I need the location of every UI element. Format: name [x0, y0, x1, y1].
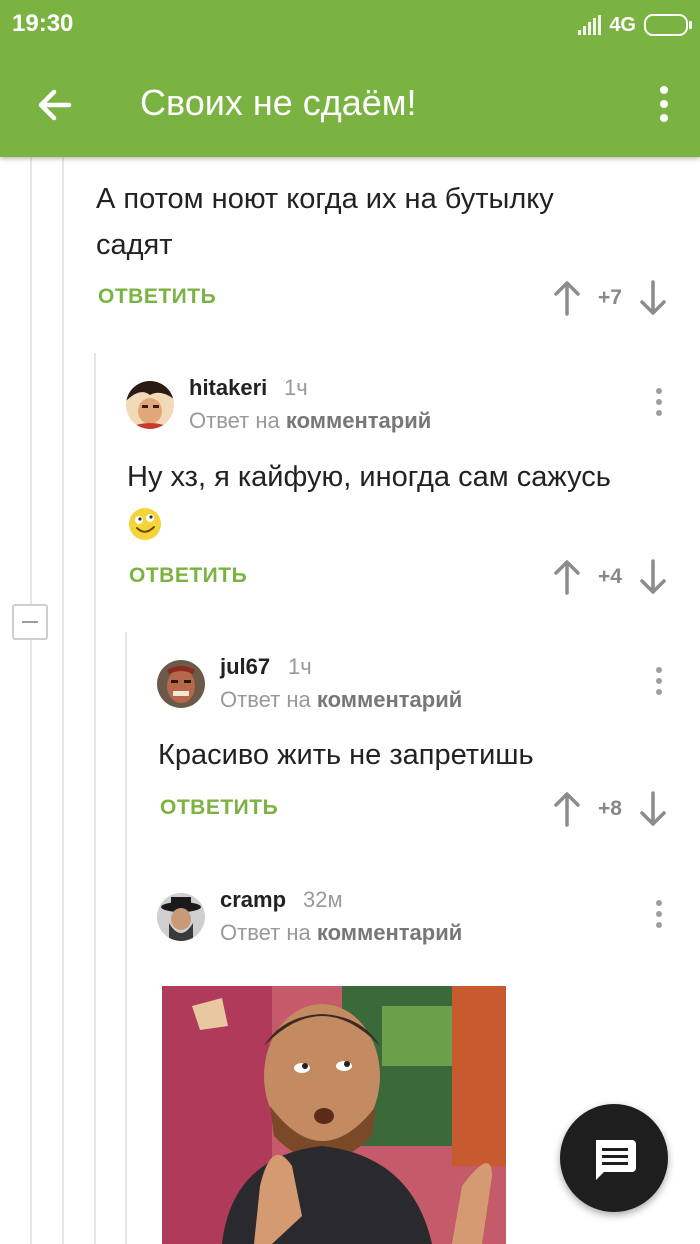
reply-to-line: Ответ на комментарий: [189, 408, 431, 434]
reply-to-link[interactable]: комментарий: [317, 920, 462, 945]
avatar[interactable]: [157, 660, 205, 708]
downvote-icon[interactable]: [636, 789, 670, 829]
comment-text: Красиво жить не запретишь: [158, 739, 534, 771]
avatar[interactable]: [157, 893, 205, 941]
overflow-menu-button[interactable]: [650, 82, 678, 126]
comment-score: +8: [598, 797, 622, 820]
reply-to-prefix: Ответ на: [189, 408, 280, 433]
collapse-thread-button[interactable]: [12, 604, 48, 640]
reply-button[interactable]: ОТВЕТИТЬ: [160, 796, 278, 820]
thread-line: [125, 632, 127, 1244]
thread-line: [62, 157, 64, 1244]
reply-to-line: Ответ на комментарий: [220, 920, 462, 946]
page-title: Своих не сдаём!: [140, 82, 417, 123]
comment-author[interactable]: jul67: [220, 654, 270, 680]
upvote-icon[interactable]: [550, 278, 584, 318]
comment-text: А потом ноют когда их на бутылку садят: [96, 183, 554, 261]
downvote-icon[interactable]: [636, 278, 670, 318]
reply-to-prefix: Ответ на: [220, 920, 311, 945]
upvote-icon[interactable]: [550, 557, 584, 597]
reply-button[interactable]: ОТВЕТИТЬ: [129, 564, 247, 588]
comment-text: Ну хз, я кайфую, иногда сам сажусь: [127, 461, 611, 493]
reply-to-line: Ответ на комментарий: [220, 687, 462, 713]
reply-button[interactable]: ОТВЕТИТЬ: [98, 285, 216, 309]
downvote-icon[interactable]: [636, 557, 670, 597]
comment-time: 32м: [303, 887, 343, 912]
battery-icon: [644, 14, 692, 36]
comment-icon: [596, 1140, 636, 1180]
app-bar: 19:30 4G Своих не сдаём!: [0, 0, 700, 157]
upvote-icon[interactable]: [550, 789, 584, 829]
status-time: 19:30: [12, 10, 74, 37]
comment-menu-button[interactable]: [649, 384, 669, 420]
signal-icon: [578, 15, 602, 35]
vote-controls: +4: [550, 557, 670, 597]
thread-line: [94, 353, 96, 1244]
comment-score: +7: [598, 286, 622, 309]
comment-author[interactable]: hitakeri: [189, 375, 267, 401]
reply-to-link[interactable]: комментарий: [317, 687, 462, 712]
reply-to-prefix: Ответ на: [220, 687, 311, 712]
back-button[interactable]: [28, 78, 82, 132]
avatar[interactable]: [126, 381, 174, 429]
comment-time: 1ч: [288, 654, 312, 679]
vote-controls: +8: [550, 789, 670, 829]
comment-author[interactable]: cramp: [220, 887, 286, 913]
reply-to-link[interactable]: комментарий: [286, 408, 431, 433]
comment-menu-button[interactable]: [649, 663, 669, 699]
vote-controls: +7: [550, 278, 670, 318]
comment-gif-image[interactable]: [162, 986, 506, 1244]
comment-time: 1ч: [284, 375, 308, 400]
write-comment-button[interactable]: [560, 1104, 668, 1212]
thread-line: [30, 157, 32, 1244]
network-type: 4G: [609, 13, 636, 36]
arrow-left-icon: [38, 89, 72, 121]
comment-menu-button[interactable]: [649, 896, 669, 932]
status-icons: 4G: [578, 12, 692, 38]
comment-score: +4: [598, 565, 622, 588]
smiling-emoji-icon: [129, 508, 161, 540]
